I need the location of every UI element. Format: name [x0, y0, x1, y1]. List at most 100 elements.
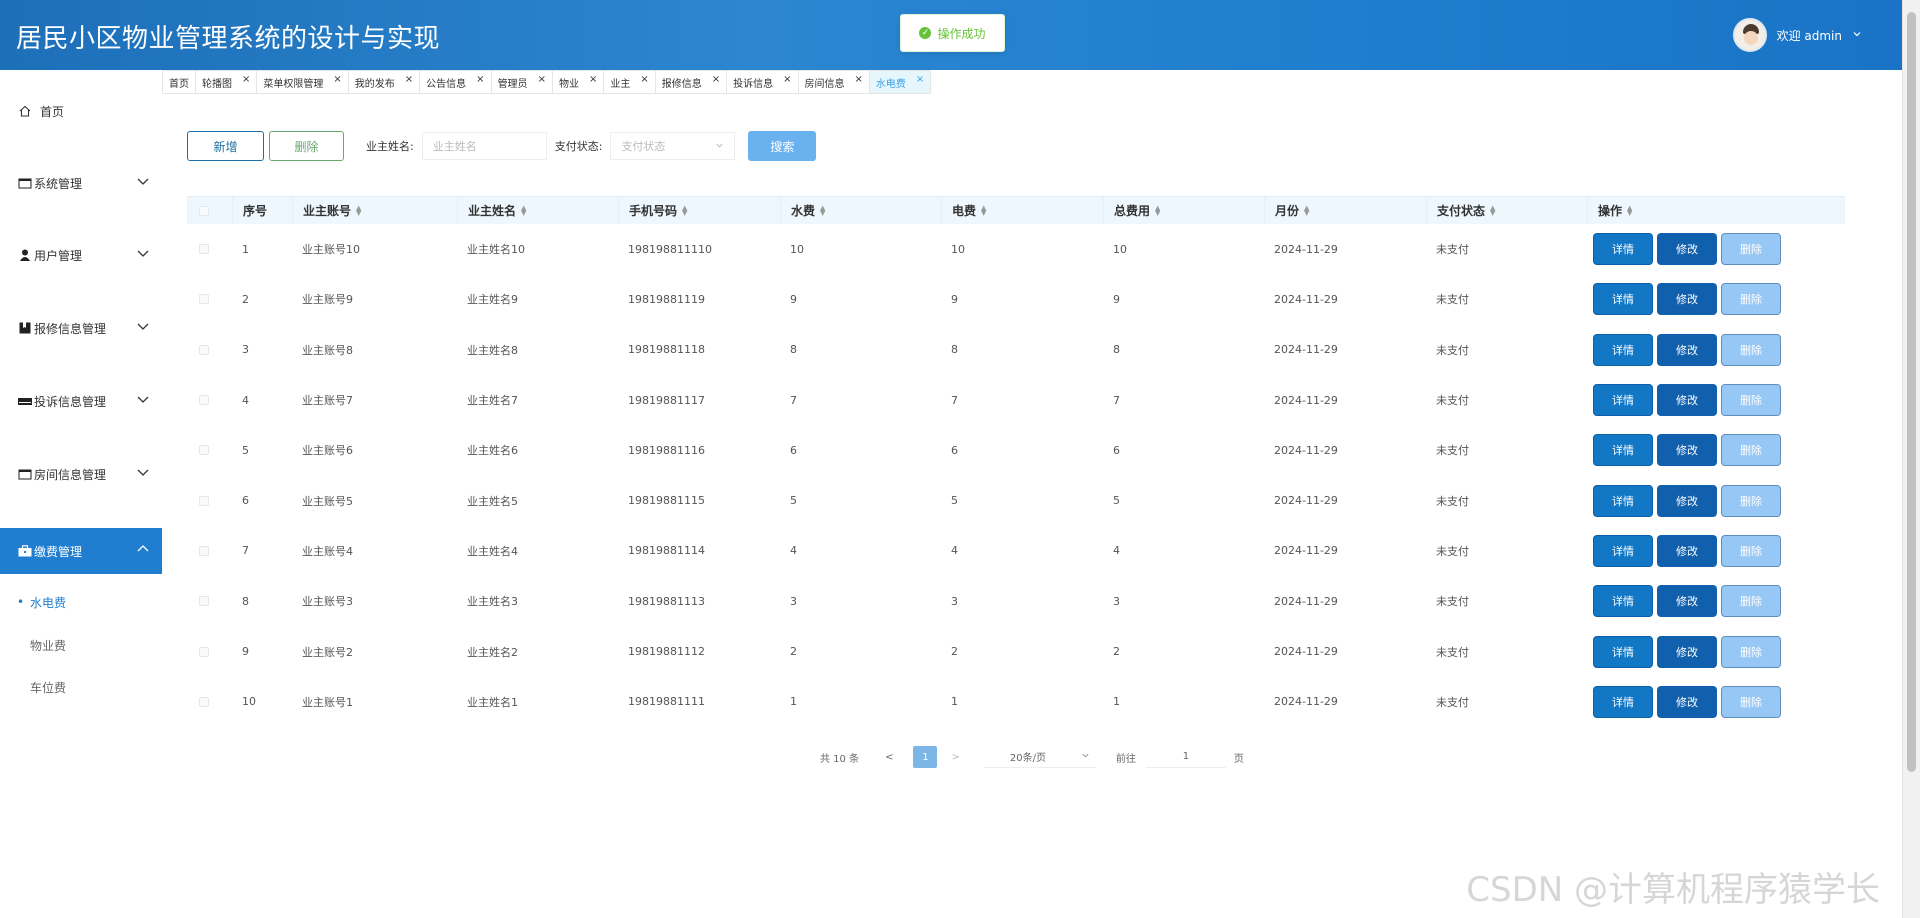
goto-page-input[interactable]: 1 [1145, 746, 1226, 768]
sort-icon[interactable]: ▲ ▼ [521, 204, 526, 216]
detail-button[interactable]: 详情 [1593, 635, 1653, 668]
sidebar-item-complaints[interactable]: 投诉信息管理 [0, 378, 162, 424]
detail-button[interactable]: 详情 [1593, 333, 1653, 366]
delete-button[interactable]: 删除 [1721, 333, 1781, 366]
delete-button[interactable]: 删除 [1721, 283, 1781, 316]
close-icon[interactable]: × [783, 74, 791, 85]
edit-button[interactable]: 修改 [1657, 283, 1717, 316]
delete-button[interactable]: 删除 [1721, 685, 1781, 718]
detail-button[interactable]: 详情 [1593, 685, 1653, 718]
row-checkbox[interactable] [199, 596, 209, 607]
edit-button[interactable]: 修改 [1657, 384, 1717, 417]
tab-property[interactable]: 物业 × [552, 70, 605, 94]
delete-button[interactable]: 删除 [1721, 635, 1781, 668]
close-icon[interactable]: × [405, 74, 413, 85]
close-icon[interactable]: × [640, 74, 648, 85]
row-checkbox[interactable] [199, 495, 209, 506]
owner-name-input[interactable]: 业主姓名 [421, 132, 547, 160]
sort-icon[interactable]: ▲ ▼ [820, 204, 825, 216]
sort-icon[interactable]: ▲ ▼ [1155, 204, 1160, 216]
close-icon[interactable]: × [538, 74, 546, 85]
tab-admins[interactable]: 管理员 × [491, 70, 553, 94]
row-checkbox[interactable] [199, 294, 209, 305]
detail-button[interactable]: 详情 [1593, 384, 1653, 417]
sidebar-item-home[interactable]: 首页 [0, 88, 162, 134]
header-total[interactable]: 总费用 ▲ ▼ [1103, 197, 1264, 224]
delete-button[interactable]: 删除 [1721, 434, 1781, 467]
sort-icon[interactable]: ▲ ▼ [1304, 204, 1309, 216]
edit-button[interactable]: 修改 [1657, 434, 1717, 467]
edit-button[interactable]: 修改 [1657, 484, 1717, 517]
row-checkbox[interactable] [199, 244, 209, 255]
tab-home[interactable]: 首页 [162, 70, 196, 94]
delete-button[interactable]: 删除 [1721, 585, 1781, 618]
tab-utilities[interactable]: 水电费 × [869, 70, 932, 94]
sort-icon[interactable]: ▲ ▼ [981, 204, 986, 216]
tab-complaints[interactable]: 投诉信息 × [727, 70, 799, 94]
sort-icon[interactable]: ▲ ▼ [1490, 204, 1495, 216]
detail-button[interactable]: 详情 [1593, 434, 1653, 467]
sidebar-item-rooms[interactable]: 房间信息管理 [0, 451, 162, 497]
tab-menu-permissions[interactable]: 菜单权限管理 × [257, 70, 349, 94]
tab-repairs[interactable]: 报修信息 × [655, 70, 728, 94]
header-water[interactable]: 水费 ▲ ▼ [780, 197, 941, 224]
close-icon[interactable]: × [855, 74, 863, 85]
sidebar-subitem-parking-fee[interactable]: 车位费 [0, 667, 162, 707]
detail-button[interactable]: 详情 [1593, 534, 1653, 567]
header-electric[interactable]: 电费 ▲ ▼ [941, 197, 1103, 224]
greeting[interactable]: 欢迎 admin [1777, 27, 1842, 44]
add-button[interactable]: 新增 [187, 131, 264, 161]
close-icon[interactable]: × [916, 74, 924, 85]
avatar[interactable] [1732, 18, 1767, 52]
delete-button[interactable]: 删除 [1721, 233, 1781, 266]
delete-button[interactable]: 删除 [1721, 384, 1781, 417]
tab-carousel[interactable]: 轮播图 × [196, 70, 258, 94]
sort-icon[interactable]: ▲ ▼ [356, 204, 361, 216]
header-name[interactable]: 业主姓名 ▲ ▼ [457, 197, 618, 224]
sidebar-item-system[interactable]: 系统管理 [0, 160, 162, 206]
sidebar-subitem-utilities[interactable]: 水电费 [0, 582, 162, 622]
row-checkbox[interactable] [199, 696, 209, 707]
header-month[interactable]: 月份 ▲ ▼ [1264, 197, 1426, 224]
row-checkbox[interactable] [199, 545, 209, 556]
select-all-checkbox[interactable] [199, 205, 209, 216]
pay-status-select[interactable]: 支付状态 [610, 132, 736, 160]
tab-announcements[interactable]: 公告信息 × [420, 70, 492, 94]
sort-icon[interactable]: ▲ ▼ [682, 204, 687, 216]
chevron-down-icon[interactable] [1852, 29, 1862, 42]
edit-button[interactable]: 修改 [1657, 585, 1717, 618]
detail-button[interactable]: 详情 [1593, 283, 1653, 316]
header-account[interactable]: 业主账号 ▲ ▼ [292, 197, 457, 224]
close-icon[interactable]: × [333, 74, 341, 85]
sidebar-item-users[interactable]: 用户管理 [0, 232, 162, 278]
close-icon[interactable]: × [242, 74, 250, 85]
sidebar-item-payments[interactable]: 缴费管理 [0, 528, 162, 574]
row-checkbox[interactable] [199, 646, 209, 657]
close-icon[interactable]: × [589, 74, 597, 85]
sort-icon[interactable]: ▲ ▼ [1627, 204, 1632, 216]
header-phone[interactable]: 手机号码 ▲ ▼ [618, 197, 780, 224]
tab-owners[interactable]: 业主 × [604, 70, 656, 94]
prev-page-button[interactable]: < [885, 752, 893, 763]
tab-rooms[interactable]: 房间信息 × [798, 70, 870, 94]
edit-button[interactable]: 修改 [1657, 233, 1717, 266]
edit-button[interactable]: 修改 [1657, 635, 1717, 668]
page-scrollbar[interactable] [1902, 0, 1920, 918]
edit-button[interactable]: 修改 [1657, 333, 1717, 366]
user-menu[interactable]: 欢迎 admin [1732, 18, 1862, 52]
batch-delete-button[interactable]: 删除 [269, 131, 344, 161]
scrollbar-thumb[interactable] [1907, 12, 1916, 772]
sidebar-item-repairs[interactable]: 报修信息管理 [0, 305, 162, 351]
detail-button[interactable]: 详情 [1593, 585, 1653, 618]
sidebar-subitem-property-fee[interactable]: 物业费 [0, 625, 162, 665]
close-icon[interactable]: × [712, 74, 720, 85]
header-pay-status[interactable]: 支付状态 ▲ ▼ [1426, 197, 1587, 224]
header-actions[interactable]: 操作 ▲ ▼ [1587, 197, 1845, 224]
page-number-current[interactable]: 1 [913, 746, 938, 768]
row-checkbox[interactable] [199, 445, 209, 456]
edit-button[interactable]: 修改 [1657, 534, 1717, 567]
edit-button[interactable]: 修改 [1657, 685, 1717, 718]
delete-button[interactable]: 删除 [1721, 484, 1781, 517]
next-page-button[interactable]: > [951, 752, 959, 763]
tab-my-posts[interactable]: 我的发布 × [348, 70, 421, 94]
